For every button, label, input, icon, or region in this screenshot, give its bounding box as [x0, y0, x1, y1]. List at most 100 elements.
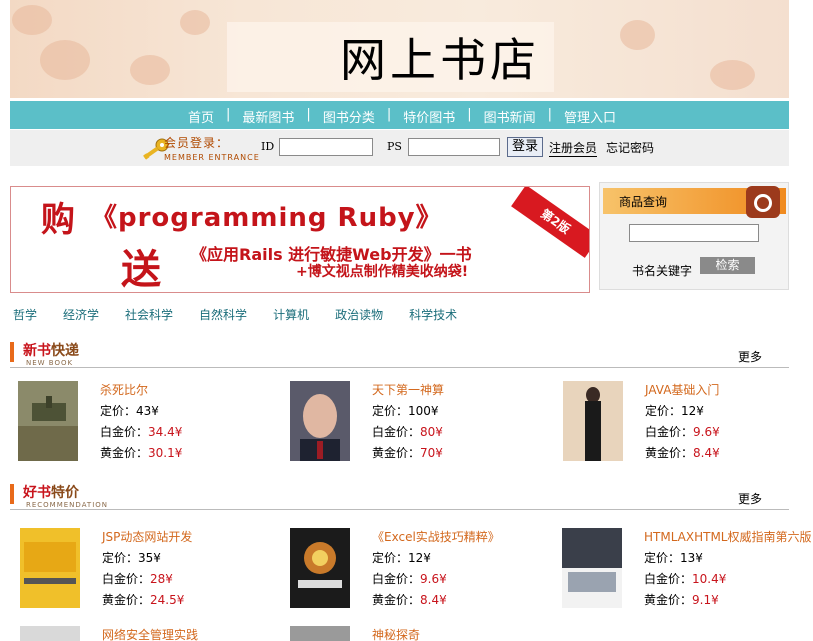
promo-banner[interactable]: 购 《programming Ruby》 第2版 送 《应用Rails 进行敏捷… — [10, 186, 590, 293]
book-title[interactable]: HTMLAXHTML权威指南第六版 — [644, 528, 812, 545]
keyword-label: 书名关键字 — [632, 264, 693, 278]
gold-value: 10.4¥ — [692, 572, 727, 586]
nav-admin[interactable]: 管理入口 — [564, 107, 616, 126]
product-search: 商品查询 书名关键字 检索 — [599, 182, 789, 290]
book-title[interactable]: 杀死比尔 — [100, 381, 148, 398]
category-link[interactable]: 社会科学 — [125, 306, 173, 323]
nav-news[interactable]: 图书新闻 — [484, 107, 536, 126]
nav-separator: | — [547, 107, 553, 122]
forgot-password-link[interactable]: 忘记密码 — [606, 139, 654, 156]
plat-label: 黄金价： — [644, 593, 693, 607]
plat-label: 黄金价： — [102, 593, 151, 607]
book-title[interactable]: 天下第一神算 — [372, 381, 444, 398]
book-plat-price: 黄金价：8.4¥ — [372, 591, 447, 608]
book-cover[interactable] — [562, 528, 622, 608]
book-plat-price: 黄金价：24.5¥ — [102, 591, 184, 608]
gold-label: 白金价： — [645, 425, 694, 439]
book-title[interactable]: JSP动态网站开发 — [102, 528, 192, 545]
section-subtitle: NEW BOOK — [26, 359, 74, 367]
price-value: 43¥ — [136, 404, 159, 418]
book-title[interactable]: 《Excel实战技巧精粹》 — [372, 528, 500, 545]
section-title-b: 特价 — [51, 485, 79, 501]
category-link[interactable]: 自然科学 — [199, 306, 247, 323]
book-cover[interactable] — [18, 381, 78, 461]
login-bar: 会员登录： MEMBER ENTRANCE ID PS 登录 注册会员 忘记密码 — [10, 130, 789, 166]
book-item[interactable]: 网络安全管理实践 — [20, 626, 270, 641]
gold-value: 34.4¥ — [148, 425, 183, 439]
category-links: 哲学 经济学 社会科学 自然科学 计算机 政治读物 科学技术 — [13, 306, 483, 323]
main-nav: 首页 | 最新图书 | 图书分类 | 特价图书 | 图书新闻 | 管理入口 — [10, 101, 789, 129]
book-item[interactable]: JSP动态网站开发 定价：35¥ 白金价：28¥ 黄金价：24.5¥ — [20, 528, 270, 612]
book-price: 定价：35¥ — [102, 549, 161, 566]
book-gold-price: 白金价：9.6¥ — [645, 423, 720, 440]
nav-categories[interactable]: 图书分类 — [323, 107, 375, 126]
promo-gift-line2: +博文视点制作精美收纳袋! — [296, 264, 469, 280]
book-cover[interactable] — [290, 381, 350, 461]
login-button[interactable]: 登录 — [507, 137, 543, 157]
magnifier-icon — [746, 186, 780, 218]
book-price: 定价：12¥ — [645, 402, 704, 419]
price-label: 定价： — [100, 404, 137, 418]
plat-value: 8.4¥ — [693, 446, 720, 460]
member-label-cn: 会员登录： — [164, 136, 230, 150]
section-title-b: 快递 — [51, 343, 79, 359]
section-title: 新书快递 — [23, 340, 79, 360]
book-title[interactable]: JAVA基础入门 — [645, 381, 719, 398]
book-gold-price: 白金价：28¥ — [102, 570, 173, 587]
gold-label: 白金价： — [372, 425, 421, 439]
decor-flower — [130, 55, 170, 85]
book-title[interactable]: 网络安全管理实践 — [102, 626, 198, 641]
nav-new-books[interactable]: 最新图书 — [242, 107, 294, 126]
section-title-a: 好书 — [23, 485, 51, 501]
nav-home[interactable]: 首页 — [188, 107, 214, 126]
section-title: 好书特价 — [23, 482, 79, 502]
book-item[interactable]: 杀死比尔 定价：43¥ 白金价：34.4¥ 黄金价：30.1¥ — [18, 381, 268, 465]
book-cover[interactable] — [290, 528, 350, 608]
category-link[interactable]: 政治读物 — [335, 306, 383, 323]
price-label: 定价： — [645, 404, 682, 418]
category-link[interactable]: 科学技术 — [409, 306, 457, 323]
price-value: 100¥ — [408, 404, 439, 418]
nav-separator: | — [306, 107, 311, 122]
book-item[interactable]: 神秘探奇 — [290, 626, 540, 641]
section-title-a: 新书 — [23, 343, 51, 359]
book-item[interactable]: 《Excel实战技巧精粹》 定价：12¥ 白金价：9.6¥ 黄金价：8.4¥ — [290, 528, 540, 612]
book-title[interactable]: 神秘探奇 — [372, 626, 420, 641]
book-cover[interactable] — [20, 626, 80, 641]
new-books-header: 新书快递 NEW BOOK 更多 — [10, 340, 789, 368]
special-books-header: 好书特价 RECOMMENDATION 更多 — [10, 482, 789, 510]
search-button[interactable]: 检索 — [700, 257, 755, 274]
id-input[interactable] — [279, 138, 373, 156]
book-gold-price: 白金价：80¥ — [372, 423, 443, 440]
nav-specials[interactable]: 特价图书 — [403, 107, 455, 126]
book-item[interactable]: JAVA基础入门 定价：12¥ 白金价：9.6¥ 黄金价：8.4¥ — [563, 381, 813, 465]
book-item[interactable]: 天下第一神算 定价：100¥ 白金价：80¥ 黄金价：70¥ — [290, 381, 540, 465]
book-cover[interactable] — [563, 381, 623, 461]
decor-flower — [12, 5, 52, 35]
nav-separator: | — [226, 107, 231, 122]
more-link[interactable]: 更多 — [738, 348, 762, 365]
more-link[interactable]: 更多 — [738, 490, 762, 507]
search-input[interactable] — [629, 224, 759, 242]
plat-value: 24.5¥ — [150, 593, 185, 607]
book-cover[interactable] — [290, 626, 350, 641]
section-subtitle: RECOMMENDATION — [26, 501, 109, 509]
site-title: 网上书店 — [340, 33, 540, 87]
register-link[interactable]: 注册会员 — [549, 139, 598, 157]
plat-value: 30.1¥ — [148, 446, 183, 460]
book-cover[interactable] — [20, 528, 80, 608]
category-link[interactable]: 哲学 — [13, 306, 37, 323]
decor-flower — [620, 20, 655, 50]
plat-value: 8.4¥ — [420, 593, 447, 607]
gold-label: 白金价： — [102, 572, 151, 586]
plat-value: 70¥ — [420, 446, 443, 460]
password-input[interactable] — [408, 138, 500, 156]
book-gold-price: 白金价：9.6¥ — [372, 570, 447, 587]
book-item[interactable]: HTMLAXHTML权威指南第六版 定价：13¥ 白金价：10.4¥ 黄金价：9… — [562, 528, 812, 612]
price-label: 定价： — [372, 551, 409, 565]
member-entrance: 会员登录： MEMBER ENTRANCE — [164, 134, 260, 162]
decor-flower — [710, 60, 755, 90]
category-link[interactable]: 计算机 — [273, 306, 309, 323]
category-link[interactable]: 经济学 — [63, 306, 99, 323]
book-plat-price: 黄金价：30.1¥ — [100, 444, 182, 461]
